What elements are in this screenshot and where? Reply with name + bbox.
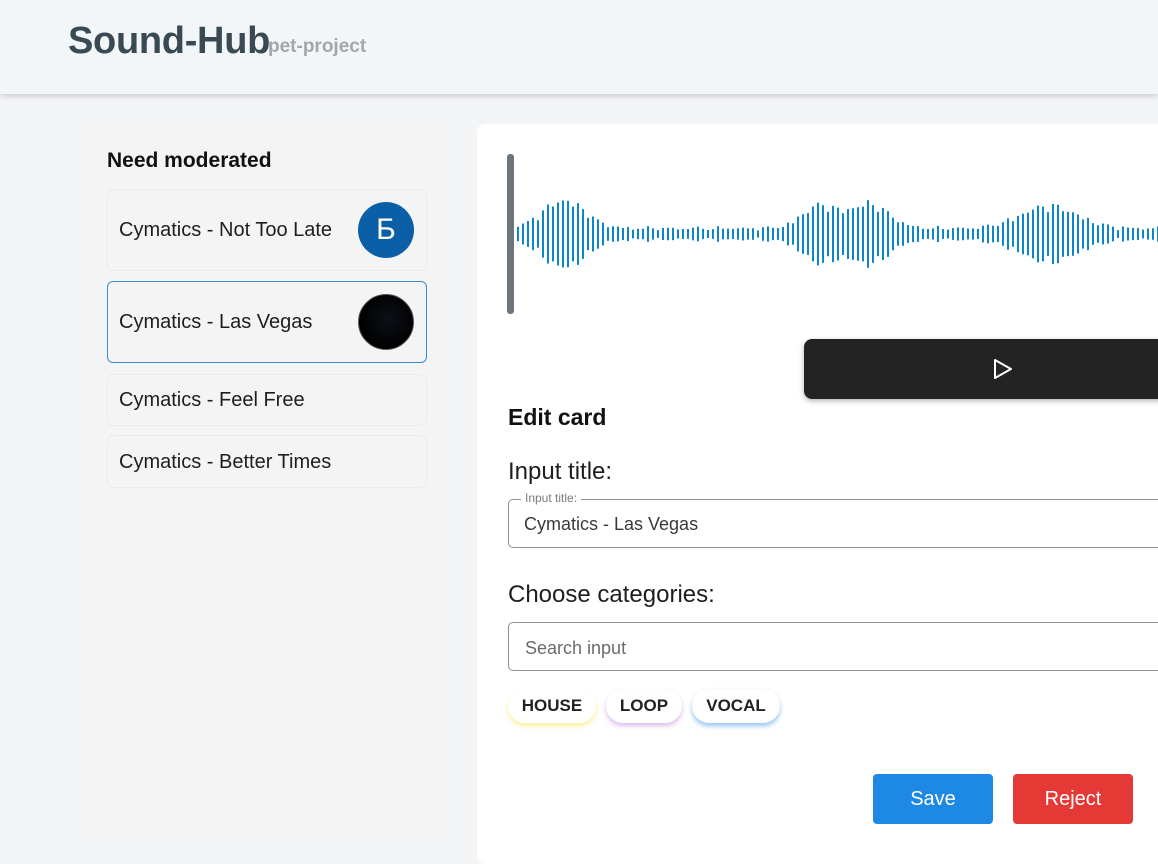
- track-label: Cymatics - Feel Free: [119, 389, 305, 411]
- title-input[interactable]: Input title: Cymatics - Las Vegas: [508, 491, 1158, 548]
- reject-button[interactable]: Reject: [1013, 774, 1133, 824]
- track-item-las-vegas[interactable]: Cymatics - Las Vegas: [107, 281, 427, 363]
- waveform-cursor[interactable]: [507, 154, 514, 314]
- moderation-sidebar: Need moderated Cymatics - Not Too Late Б…: [90, 125, 444, 840]
- category-chip-vocal[interactable]: VOCAL: [692, 689, 780, 723]
- sidebar-title: Need moderated: [107, 149, 272, 172]
- app-subtitle: pet-project: [268, 36, 367, 57]
- edit-panel: Edit card Input title: Input title: Cyma…: [477, 124, 1158, 864]
- play-icon[interactable]: [992, 358, 1014, 380]
- category-chip-loop[interactable]: LOOP: [606, 689, 682, 723]
- avatar-letter: Б: [376, 213, 396, 246]
- title-section-label: Input title:: [508, 458, 613, 485]
- edit-card-heading: Edit card: [508, 404, 607, 430]
- app-header: Sound-Hub pet-project: [0, 0, 1158, 94]
- track-item-not-too-late[interactable]: Cymatics - Not Too Late Б: [107, 189, 427, 271]
- title-input-label: Input title:: [521, 491, 582, 505]
- avatar: [358, 294, 414, 350]
- app-title: Sound-Hub: [68, 20, 271, 62]
- track-label: Cymatics - Las Vegas: [119, 311, 313, 333]
- category-search-input[interactable]: Search input: [508, 622, 1158, 671]
- audio-player: [804, 339, 1158, 399]
- categories-section-label: Choose categories:: [508, 581, 715, 608]
- avatar: Б: [358, 202, 414, 258]
- track-item-better-times[interactable]: Cymatics - Better Times: [107, 435, 427, 488]
- search-placeholder: Search input: [525, 638, 627, 658]
- track-label: Cymatics - Better Times: [119, 451, 332, 473]
- category-chip-house[interactable]: HOUSE: [508, 689, 596, 723]
- audio-waveform[interactable]: [514, 154, 1158, 314]
- track-label: Cymatics - Not Too Late: [119, 219, 333, 241]
- track-item-feel-free[interactable]: Cymatics - Feel Free: [107, 374, 427, 426]
- title-input-value: Cymatics - Las Vegas: [524, 514, 699, 534]
- save-button[interactable]: Save: [873, 774, 993, 824]
